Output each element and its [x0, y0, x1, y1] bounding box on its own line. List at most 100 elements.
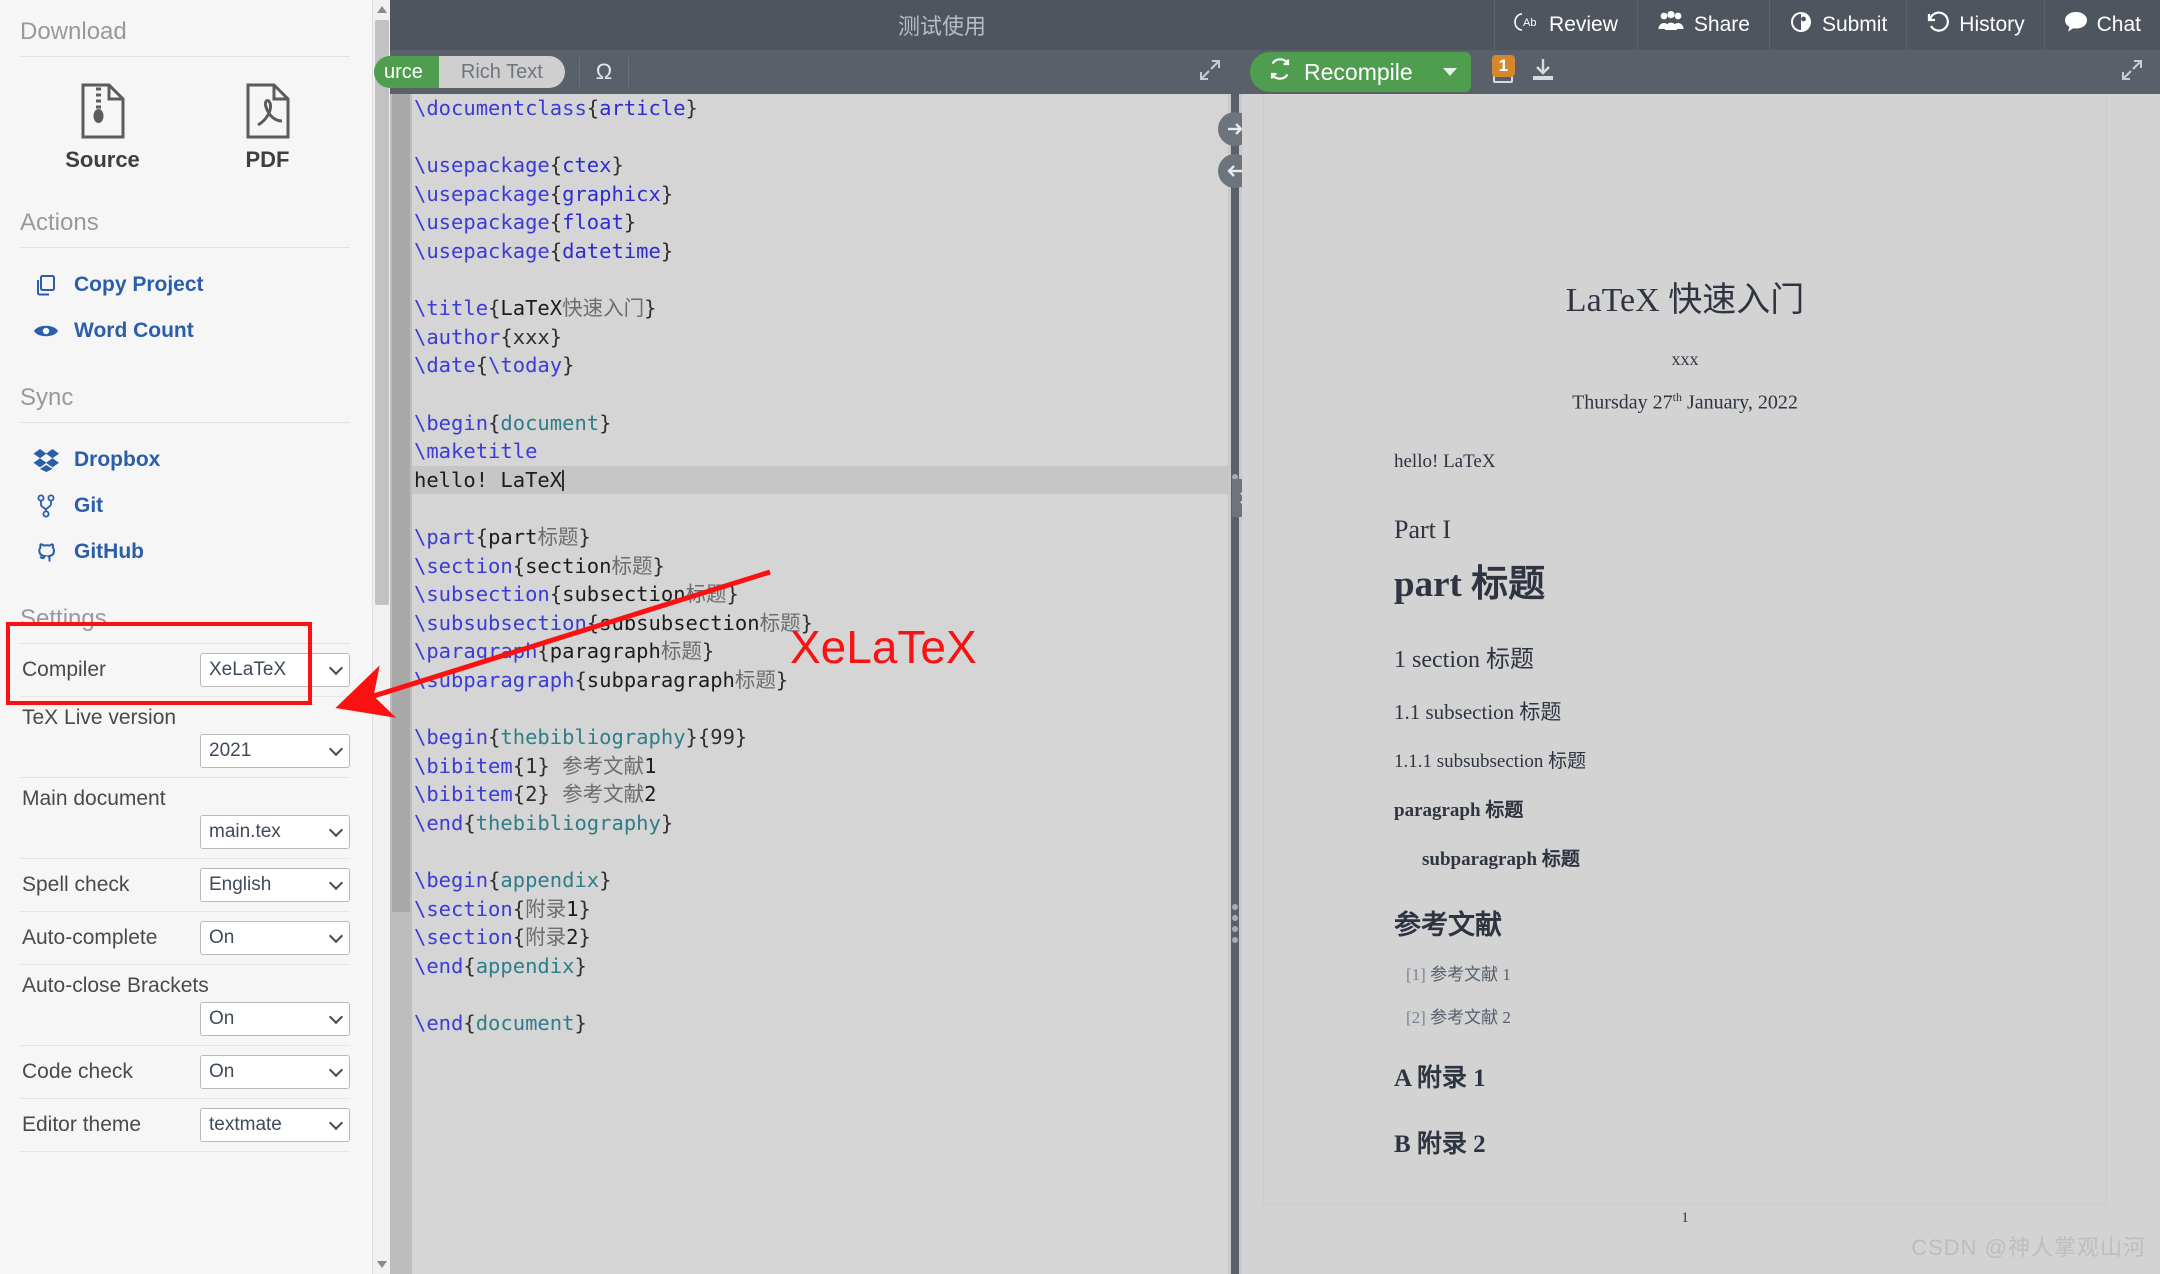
code-token: \bibitem [414, 782, 513, 806]
code-line[interactable]: \part{part标题} [412, 523, 1240, 552]
sync-dropbox-action[interactable]: Dropbox [20, 437, 350, 483]
code-line[interactable]: \begin{appendix} [412, 866, 1240, 895]
code-token: } [562, 353, 574, 377]
download-pdf-button[interactable]: PDF [185, 83, 350, 173]
chevron-down-icon [329, 929, 343, 943]
setting-select-code-check[interactable]: On [200, 1055, 350, 1089]
code-line[interactable]: \subsection{subsection标题} [412, 580, 1240, 609]
setting-row-compiler: CompilerXeLaTeX [20, 644, 350, 697]
code-line[interactable]: hello! LaTeX [412, 466, 1240, 495]
code-line[interactable]: \section{附录1} [412, 895, 1240, 924]
code-line[interactable]: \bibitem{1} 参考文献1 [412, 752, 1240, 781]
code-token: 1 [644, 754, 656, 778]
code-line[interactable] [412, 494, 1240, 523]
setting-select-auto-complete[interactable]: On [200, 921, 350, 955]
history-button[interactable]: History [1906, 0, 2043, 50]
code-token: { [574, 668, 586, 692]
code-line[interactable]: \usepackage{float} [412, 208, 1240, 237]
setting-row-auto-complete: Auto-complete On [20, 912, 350, 965]
setting-select-editor-theme[interactable]: textmate [200, 1108, 350, 1142]
code-token: } [661, 811, 673, 835]
setting-select-main-document[interactable]: main.tex [200, 815, 350, 849]
code-line[interactable] [412, 266, 1240, 295]
tab-source[interactable]: urce [374, 56, 439, 88]
recompile-button[interactable]: Recompile [1250, 52, 1471, 92]
scroll-up-arrow-icon[interactable] [377, 6, 387, 13]
caret-down-icon[interactable] [1443, 68, 1457, 76]
code-token: subparagraph [587, 668, 735, 692]
file-pdf-icon [185, 83, 350, 141]
code-token: document [500, 411, 599, 435]
sync-git-action[interactable]: Git [20, 483, 350, 529]
code-line[interactable]: \date{\today} [412, 351, 1240, 380]
copy-icon [32, 273, 60, 297]
code-line[interactable]: \title{LaTeX快速入门} [412, 294, 1240, 323]
divider-grip-icon-lower[interactable] [1232, 904, 1238, 948]
panel-divider[interactable] [1228, 94, 1242, 1274]
setting-select-tex-live-version[interactable]: 2021 [200, 734, 350, 768]
editor-scrollbar-thumb[interactable] [392, 94, 410, 912]
setting-row-spell-check: Spell checkEnglish [20, 859, 350, 912]
divider-bar[interactable] [1231, 94, 1239, 1274]
pdf-expand-icon[interactable] [2120, 58, 2144, 87]
tab-rich-text[interactable]: Rich Text [439, 56, 565, 88]
pdf-bibliography-title: 参考文献 [1394, 903, 2106, 942]
setting-value: On [209, 927, 234, 949]
code-token: 2 [566, 925, 578, 949]
code-line[interactable]: \section{附录2} [412, 923, 1240, 952]
code-line[interactable]: \usepackage{ctex} [412, 151, 1240, 180]
code-line[interactable]: \documentclass{article} [412, 94, 1240, 123]
code-token: section [525, 554, 611, 578]
code-line[interactable]: \end{appendix} [412, 952, 1240, 981]
code-line[interactable]: \usepackage{datetime} [412, 237, 1240, 266]
review-button[interactable]: Ab Review [1494, 0, 1637, 50]
setting-label: Auto-close Brackets [22, 974, 350, 1002]
chat-button[interactable]: Chat [2044, 0, 2160, 50]
setting-label: Auto-complete [22, 926, 157, 950]
setting-label: Code check [22, 1060, 133, 1084]
pdf-preview-panel[interactable]: LaTeX 快速入门 xxx Thursday 27th January, 20… [1242, 94, 2160, 1274]
code-editor[interactable]: \documentclass{article} \usepackage{ctex}… [390, 94, 1240, 1274]
editor-mode-toggle[interactable]: urce Rich Text [374, 56, 565, 88]
code-line[interactable]: \section{section标题} [412, 552, 1240, 581]
code-line[interactable]: \end{document} [412, 1009, 1240, 1038]
code-line[interactable]: \maketitle [412, 437, 1240, 466]
code-line[interactable] [412, 694, 1240, 723]
code-line[interactable]: \bibitem{2} 参考文献2 [412, 780, 1240, 809]
symbol-palette-button[interactable]: Ω [579, 57, 629, 87]
pdf-bib-text: 参考文献 2 [1430, 1008, 1511, 1027]
code-line[interactable]: \begin{document} [412, 409, 1240, 438]
code-line[interactable]: \begin{thebibliography}{99} [412, 723, 1240, 752]
setting-select-spell-check[interactable]: English [200, 868, 350, 902]
latex-source-code[interactable]: \documentclass{article} \usepackage{ctex}… [412, 94, 1240, 1274]
download-pdf-icon[interactable] [1529, 56, 1557, 89]
code-line[interactable]: \usepackage{graphicx} [412, 180, 1240, 209]
word-count-action[interactable]: Word Count [20, 308, 350, 354]
scroll-down-arrow-icon[interactable] [377, 1261, 387, 1268]
code-line[interactable] [412, 980, 1240, 1009]
submit-button[interactable]: Submit [1769, 0, 1906, 50]
editor-expand-icon[interactable] [1198, 58, 1222, 87]
code-line[interactable] [412, 837, 1240, 866]
github-icon [32, 540, 60, 564]
code-line[interactable] [412, 380, 1240, 409]
code-token: paragraph [550, 639, 661, 663]
share-button[interactable]: Share [1637, 0, 1769, 50]
copy-project-action[interactable]: Copy Project [20, 262, 350, 308]
setting-select-compiler[interactable]: XeLaTeX [200, 653, 350, 687]
sync-github-action[interactable]: GitHub [20, 529, 350, 575]
editor-scrollbar[interactable] [390, 94, 412, 1274]
code-line[interactable]: \author{xxx} [412, 323, 1240, 352]
setting-row-tex-live-version: TeX Live version2021 [20, 697, 350, 778]
code-line[interactable] [412, 123, 1240, 152]
code-token: datetime [562, 239, 661, 263]
sidebar-scrollbar-thumb[interactable] [375, 20, 389, 605]
pdf-page-number: 1 [1264, 1210, 2106, 1227]
compile-log-button[interactable]: 1 [1489, 57, 1519, 87]
pdf-bibliography-list: [1] 参考文献 1[2] 参考文献 2 [1264, 960, 2106, 1028]
sidebar-scrollbar[interactable] [372, 0, 390, 1274]
download-source-button[interactable]: Source [20, 83, 185, 173]
code-line[interactable]: \end{thebibliography} [412, 809, 1240, 838]
setting-select-auto-close-brackets[interactable]: On [200, 1002, 350, 1036]
download-section-heading: Download [20, 0, 350, 57]
